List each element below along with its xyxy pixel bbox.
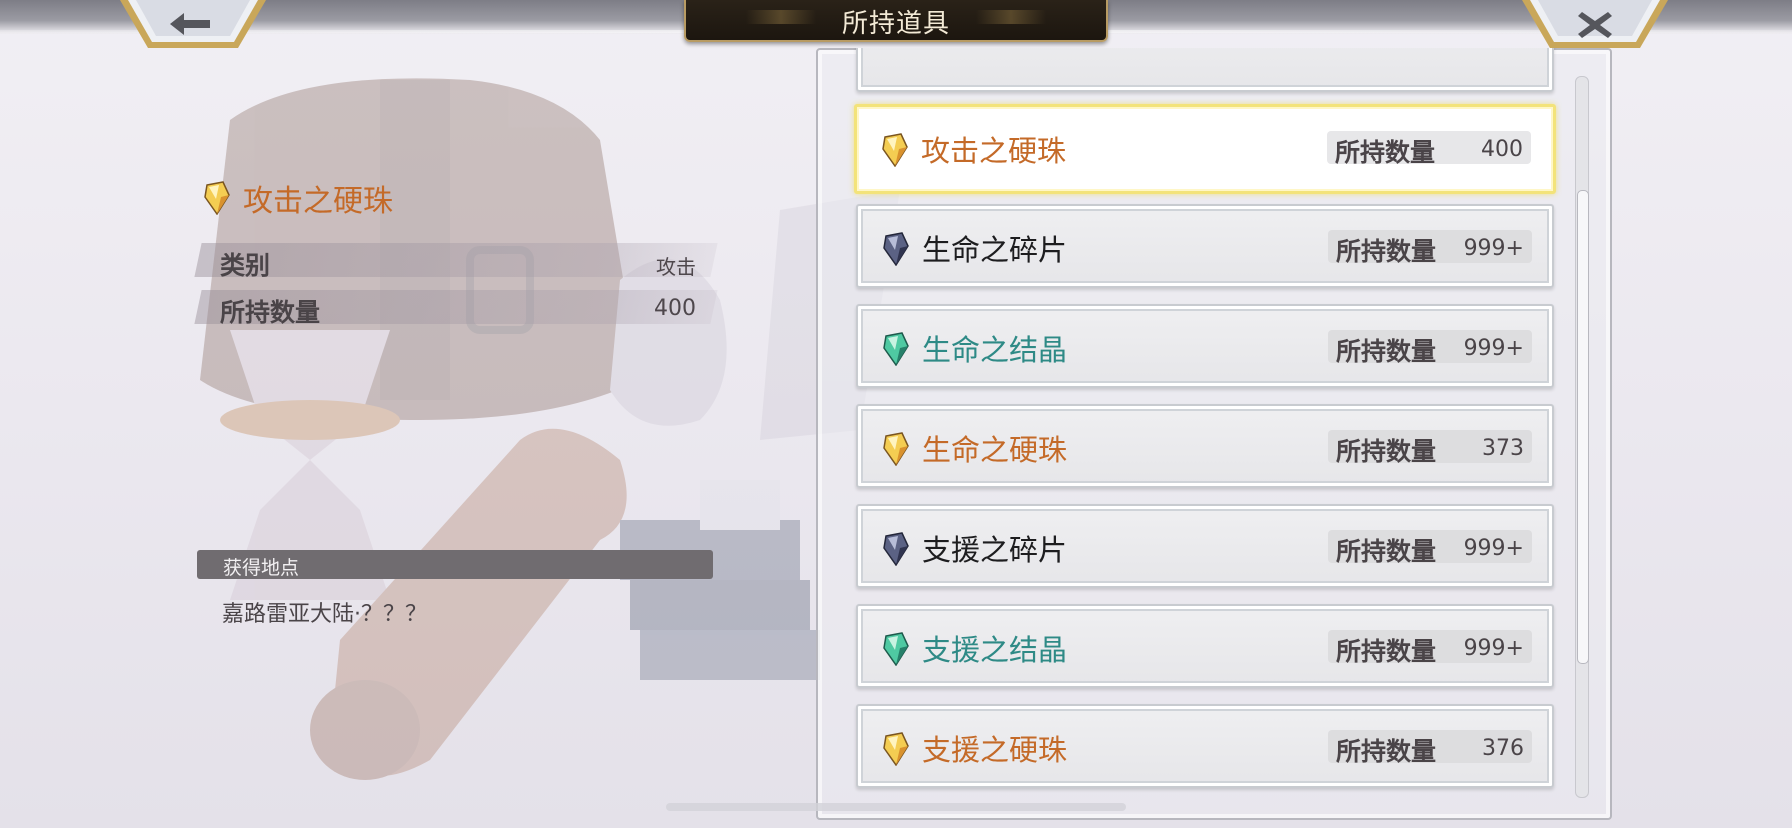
- back-button[interactable]: [118, 0, 268, 50]
- arrow-left-icon: [170, 13, 210, 35]
- item-quantity-box: 所持数量 999+: [1328, 230, 1532, 266]
- item-name: 攻击之硬珠: [921, 134, 1067, 168]
- item-name: 生命之硬珠: [922, 433, 1068, 467]
- list-item-partial[interactable]: [856, 48, 1554, 92]
- item-quantity-label: 所持数量: [1336, 437, 1437, 466]
- item-quantity-label: 所持数量: [1336, 537, 1437, 566]
- page-title: 所持道具: [841, 9, 950, 39]
- close-button[interactable]: [1520, 0, 1670, 50]
- list-item[interactable]: 生命之硬珠 所持数量 373: [856, 404, 1554, 488]
- detail-item-title: 攻击之硬珠: [243, 184, 393, 219]
- item-list[interactable]: 攻击之硬珠 所持数量 400 生命之碎片 所持数量 999+ 生命之结晶 所持数量 999+ 生命…: [846, 48, 1562, 796]
- list-item[interactable]: 支援之结晶 所持数量 999+: [856, 604, 1554, 688]
- gold-gem-icon: [883, 732, 909, 766]
- item-name: 支援之结晶: [922, 633, 1068, 667]
- item-quantity-value: 999+: [1463, 336, 1524, 361]
- item-quantity-label: 所持数量: [1335, 138, 1436, 167]
- detail-item-name: 攻击之硬珠: [203, 178, 393, 219]
- item-name: 支援之碎片: [922, 533, 1068, 567]
- item-quantity-value: 999+: [1463, 236, 1524, 261]
- close-x-icon: [1578, 12, 1612, 38]
- item-quantity-box: 所持数量 400: [1327, 131, 1531, 167]
- scrollbar-thumb[interactable]: [1577, 190, 1589, 664]
- item-quantity-value: 376: [1482, 736, 1524, 761]
- list-item[interactable]: 支援之硬珠 所持数量 376: [856, 704, 1554, 788]
- list-item[interactable]: 攻击之硬珠 所持数量 400: [854, 104, 1556, 194]
- quantity-label: 所持数量: [220, 298, 321, 327]
- category-value: 攻击: [656, 255, 696, 279]
- obtain-header-label: 获得地点: [223, 557, 300, 579]
- item-quantity-value: 999+: [1463, 636, 1524, 661]
- category-label: 类别: [220, 251, 271, 280]
- quantity-value: 400: [654, 296, 696, 321]
- green-gem-icon: [883, 632, 909, 666]
- item-quantity-value: 373: [1482, 436, 1524, 461]
- item-quantity-value: 400: [1481, 137, 1523, 162]
- item-name: 生命之碎片: [922, 233, 1068, 267]
- item-quantity-box: 所持数量 999+: [1328, 630, 1532, 666]
- obtain-location-header: 获得地点: [197, 550, 713, 579]
- item-quantity-box: 所持数量 376: [1328, 730, 1532, 766]
- item-quantity-box: 所持数量 999+: [1328, 330, 1532, 366]
- dark-gem-icon: [883, 532, 909, 566]
- green-gem-icon: [883, 332, 909, 366]
- list-item[interactable]: 生命之结晶 所持数量 999+: [856, 304, 1554, 388]
- obtain-location-text: 嘉路雷亚大陆·？？？: [222, 602, 427, 627]
- quantity-row: 所持数量 400: [194, 290, 718, 327]
- list-item[interactable]: 生命之碎片 所持数量 999+: [856, 204, 1554, 288]
- item-name: 生命之结晶: [922, 333, 1068, 367]
- item-quantity-label: 所持数量: [1336, 337, 1437, 366]
- dark-gem-icon: [883, 232, 909, 266]
- list-item[interactable]: 支援之碎片 所持数量 999+: [856, 504, 1554, 588]
- item-quantity-box: 所持数量 999+: [1328, 530, 1532, 566]
- item-quantity-label: 所持数量: [1336, 737, 1437, 766]
- item-name: 支援之硬珠: [922, 733, 1068, 767]
- category-row: 类别 攻击: [194, 243, 718, 280]
- gold-gem-icon: [204, 181, 230, 215]
- item-quantity-value: 999+: [1463, 536, 1524, 561]
- item-quantity-label: 所持数量: [1336, 637, 1437, 666]
- title-plate: 所持道具: [684, 0, 1108, 42]
- bottom-scroll-indicator: [666, 803, 1126, 811]
- item-quantity-label: 所持数量: [1336, 237, 1437, 266]
- gold-gem-icon: [883, 432, 909, 466]
- item-quantity-box: 所持数量 373: [1328, 430, 1532, 466]
- gold-gem-icon: [882, 133, 908, 167]
